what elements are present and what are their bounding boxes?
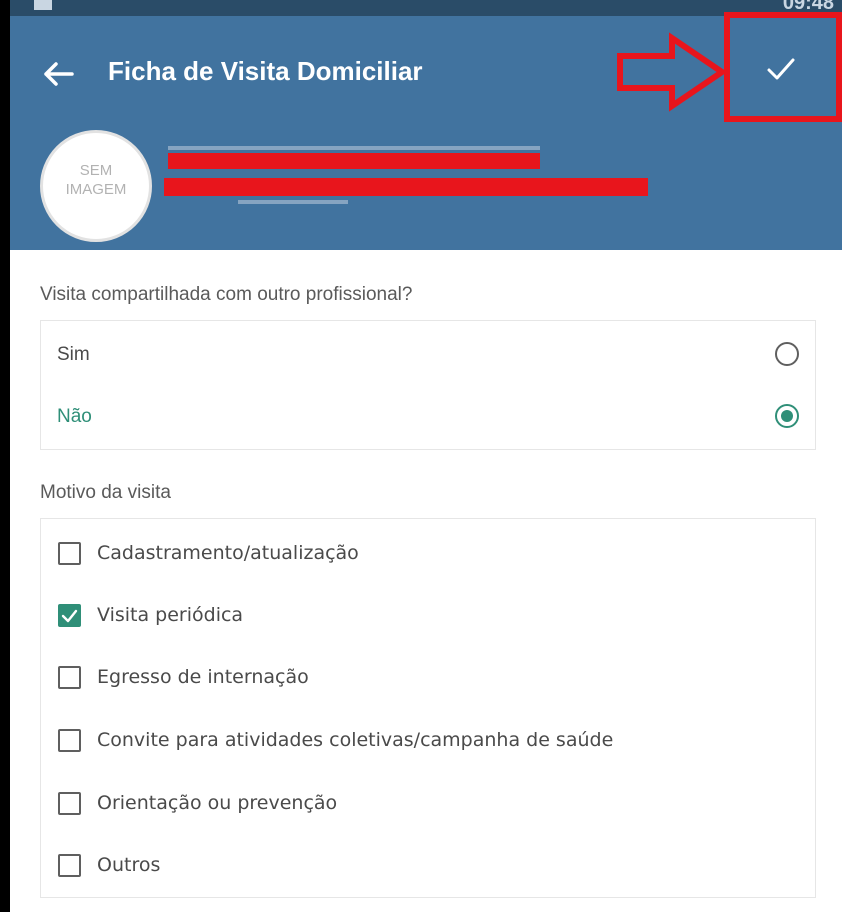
status-bar: 09:48 bbox=[10, 0, 842, 16]
back-button[interactable] bbox=[38, 54, 78, 94]
radio-unchecked-icon[interactable] bbox=[775, 342, 799, 366]
avatar-text-line2: IMAGEM bbox=[65, 181, 127, 198]
checkbox-checked-icon[interactable] bbox=[58, 604, 81, 627]
shared-visit-question: Visita compartilhada com outro profissio… bbox=[40, 284, 413, 305]
radio-label: Não bbox=[57, 406, 92, 427]
checkbox-option-cadastramento[interactable]: Cadastramento/atualização bbox=[41, 522, 815, 584]
checkbox-label: Cadastramento/atualização bbox=[97, 542, 359, 564]
confirm-button[interactable] bbox=[724, 12, 842, 122]
shared-visit-radio-group: Sim Não bbox=[40, 320, 816, 450]
app-header: 09:48 Ficha de Visita Domiciliar SEM IMA… bbox=[10, 0, 842, 250]
checkbox-unchecked-icon[interactable] bbox=[58, 729, 81, 752]
checkbox-label: Visita periódica bbox=[97, 604, 244, 626]
checkbox-unchecked-icon[interactable] bbox=[58, 854, 81, 877]
avatar: SEM IMAGEM bbox=[40, 130, 152, 242]
redacted-patient-name bbox=[168, 153, 540, 169]
checkbox-label: Convite para atividades coletivas/campan… bbox=[97, 729, 614, 751]
checkbox-option-convite[interactable]: Convite para atividades coletivas/campan… bbox=[41, 709, 815, 771]
avatar-placeholder: SEM IMAGEM bbox=[43, 161, 149, 199]
redacted-text-ghost bbox=[168, 146, 540, 150]
annotation-arrow-icon bbox=[617, 32, 728, 112]
checkbox-option-egresso[interactable]: Egresso de internação bbox=[41, 646, 815, 708]
checkbox-label: Outros bbox=[97, 854, 161, 876]
visit-reason-checkbox-group: Cadastramento/atualização Visita periódi… bbox=[40, 518, 816, 898]
checkbox-unchecked-icon[interactable] bbox=[58, 666, 81, 689]
checkbox-option-visita-periodica[interactable]: Visita periódica bbox=[41, 584, 815, 646]
checkbox-option-orientacao[interactable]: Orientação ou prevenção bbox=[41, 772, 815, 834]
screen: 09:48 Ficha de Visita Domiciliar SEM IMA… bbox=[10, 0, 842, 912]
checkbox-unchecked-icon[interactable] bbox=[58, 542, 81, 565]
check-icon bbox=[767, 58, 795, 80]
checkbox-label: Egresso de internação bbox=[97, 666, 309, 688]
checkbox-option-outros[interactable]: Outros bbox=[41, 834, 815, 896]
redacted-text-ghost bbox=[238, 200, 348, 204]
checkbox-unchecked-icon[interactable] bbox=[58, 792, 81, 815]
avatar-text-line1: SEM bbox=[79, 162, 113, 179]
notification-icon bbox=[34, 0, 52, 10]
check-icon bbox=[61, 609, 78, 623]
redacted-patient-details bbox=[164, 178, 648, 196]
radio-label: Sim bbox=[57, 344, 90, 365]
page-title: Ficha de Visita Domiciliar bbox=[108, 56, 423, 86]
arrow-left-icon bbox=[44, 62, 74, 86]
radio-option-nao[interactable]: Não bbox=[41, 386, 815, 448]
radio-checked-icon[interactable] bbox=[775, 404, 799, 428]
radio-option-sim[interactable]: Sim bbox=[41, 324, 815, 386]
visit-reason-label: Motivo da visita bbox=[40, 482, 171, 503]
checkbox-label: Orientação ou prevenção bbox=[97, 792, 338, 814]
